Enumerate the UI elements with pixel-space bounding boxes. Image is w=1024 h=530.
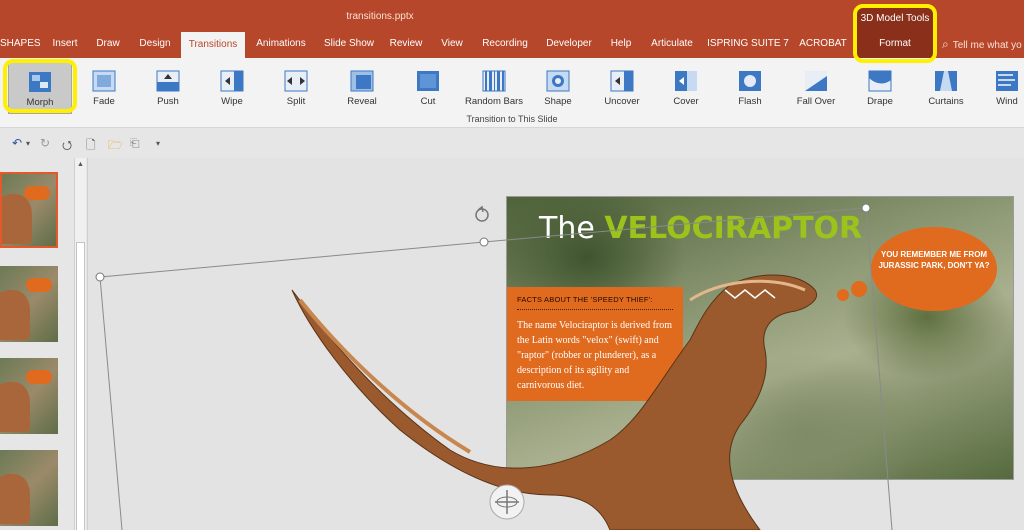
contextual-tab-group-label: 3D Model Tools	[857, 8, 933, 30]
slide-thumbnail-4[interactable]	[0, 450, 58, 526]
redo-icon[interactable]: ↻	[40, 136, 50, 150]
thought-bubble-dot	[851, 281, 867, 297]
transition-morph-button[interactable]: Morph	[8, 62, 72, 114]
transition-uncover-button[interactable]: Uncover	[600, 62, 644, 114]
tab-slide-show[interactable]: Slide Show	[318, 30, 380, 58]
tab-view[interactable]: View	[432, 30, 472, 58]
tab-transitions[interactable]: Transitions	[181, 32, 245, 58]
facts-body: The name Velociraptor is derived from th…	[517, 320, 673, 391]
tab-review[interactable]: Review	[384, 30, 428, 58]
transition-cover-button[interactable]: Cover	[664, 62, 708, 114]
scrollbar-thumb[interactable]	[76, 242, 85, 530]
ribbon-group-label: Transition to This Slide	[466, 114, 558, 124]
open-folder-icon[interactable]: 🗁	[108, 136, 123, 157]
cover-icon	[675, 71, 697, 91]
slide-thumbnail-3[interactable]	[0, 358, 58, 434]
undo-dropdown-icon[interactable]: ▾	[26, 139, 30, 148]
transition-drape-button[interactable]: Drape	[858, 62, 902, 114]
thumbnails-scrollbar[interactable]: ▲	[74, 158, 86, 530]
reveal-icon	[350, 70, 374, 92]
fade-icon	[92, 70, 116, 92]
tab-ispring-suite[interactable]: ISPRING SUITE 7	[706, 30, 790, 58]
scroll-up-arrow-icon[interactable]: ▲	[75, 160, 86, 170]
tab-help[interactable]: Help	[604, 30, 638, 58]
tab-design[interactable]: Design	[132, 30, 178, 58]
transition-reveal-button[interactable]: Reveal	[340, 62, 384, 114]
title-bar: transitions.pptx 3D Model Tools	[0, 0, 1024, 30]
tab-articulate[interactable]: Articulate	[642, 30, 702, 58]
transition-cut-button[interactable]: Cut	[406, 62, 450, 114]
transition-curtains-button[interactable]: Curtains	[924, 62, 968, 114]
slide-thumbnail-1[interactable]	[0, 172, 58, 248]
speech-bubble[interactable]: YOU REMEMBER ME FROM JURASSIC PARK, DON'…	[875, 231, 993, 307]
transition-split-button[interactable]: Split	[274, 62, 318, 114]
print-preview-icon[interactable]: ⎗	[130, 136, 140, 151]
slide-thumbnail-2[interactable]	[0, 266, 58, 342]
ribbon-tab-bar: SHAPES Insert Draw Design Transitions An…	[0, 30, 1024, 58]
fall-over-icon	[805, 71, 827, 91]
undo-icon[interactable]: ↶	[12, 136, 22, 150]
tell-me-text: Tell me what yo	[952, 40, 1022, 51]
transition-wipe-button[interactable]: Wipe	[210, 62, 254, 114]
flash-icon	[739, 71, 761, 91]
tab-developer[interactable]: Developer	[538, 30, 600, 58]
slide-title[interactable]: The VELOCIRAPTOR	[539, 211, 862, 246]
push-icon	[156, 70, 180, 92]
transition-wind-button[interactable]: Wind	[990, 62, 1024, 114]
search-icon: ⌕	[942, 37, 949, 51]
curtains-icon	[935, 71, 957, 91]
tab-shapes[interactable]: SHAPES	[0, 30, 41, 58]
split-icon	[284, 70, 308, 92]
quick-access-toolbar: ↶ ▾ ↻ ⭯ 🗋 🗁 ⎗ ▾	[0, 128, 200, 158]
cut-icon	[417, 71, 439, 91]
start-from-beginning-icon[interactable]: ⭯	[62, 136, 72, 157]
facts-textbox[interactable]: FACTS ABOUT THE 'SPEEDY THIEF': The name…	[507, 287, 683, 401]
tab-insert[interactable]: Insert	[44, 30, 86, 58]
transition-fade-button[interactable]: Fade	[82, 62, 126, 114]
transition-push-button[interactable]: Push	[146, 62, 190, 114]
customize-qat-icon[interactable]: ▾	[156, 139, 160, 148]
transition-shape-button[interactable]: Shape	[536, 62, 580, 114]
ribbon-transitions-gallery: Morph Fade Push Wipe Split Reveal Cut Ra…	[0, 58, 1024, 128]
morph-icon	[29, 72, 51, 92]
drape-icon	[868, 70, 892, 92]
transition-fall-over-button[interactable]: Fall Over	[794, 62, 838, 114]
random-bars-icon	[482, 70, 506, 92]
slide-title-accent: VELOCIRAPTOR	[604, 211, 863, 246]
slide-title-plain: The	[539, 211, 605, 246]
tab-animations[interactable]: Animations	[248, 30, 314, 58]
document-title: transitions.pptx	[346, 11, 414, 22]
transition-flash-button[interactable]: Flash	[728, 62, 772, 114]
facts-heading: FACTS ABOUT THE 'SPEEDY THIEF':	[517, 295, 673, 310]
uncover-icon	[610, 70, 634, 92]
tab-draw[interactable]: Draw	[88, 30, 128, 58]
transition-random-bars-button[interactable]: Random Bars	[465, 62, 523, 114]
wind-icon	[996, 71, 1018, 91]
new-file-icon[interactable]: 🗋	[86, 136, 96, 157]
tab-recording[interactable]: Recording	[476, 30, 534, 58]
tab-acrobat[interactable]: ACROBAT	[794, 30, 852, 58]
slide[interactable]: The VELOCIRAPTOR FACTS ABOUT THE 'SPEEDY…	[506, 196, 1014, 480]
tell-me-search[interactable]: ⌕ Tell me what yo	[942, 30, 1022, 58]
thought-bubble-dot	[837, 289, 849, 301]
wipe-icon	[220, 70, 244, 92]
tab-format[interactable]: Format	[857, 30, 933, 58]
shape-icon	[546, 70, 570, 92]
